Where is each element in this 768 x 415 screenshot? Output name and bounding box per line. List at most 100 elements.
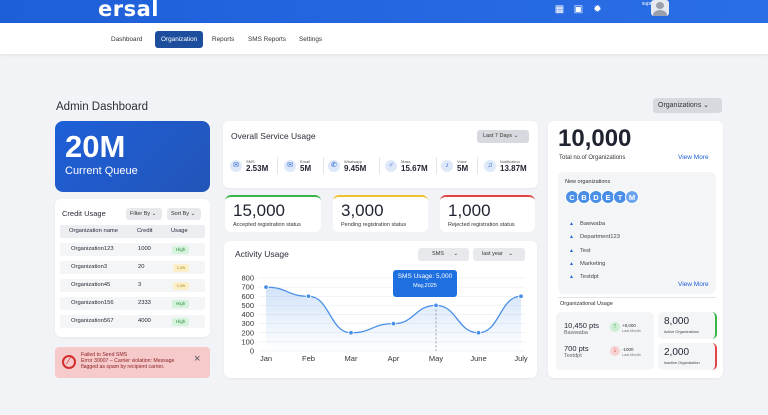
stat-value: 3,000	[341, 201, 384, 220]
divider	[558, 297, 716, 298]
mail-icon: ✉	[284, 159, 296, 172]
col-credit: Credit	[137, 228, 153, 234]
org-icon: ▲	[569, 261, 574, 267]
data-point	[263, 284, 269, 290]
activity-chart[interactable]: 0100200300400500600700800 Jan Feb Mar Apr May…	[228, 266, 533, 374]
y-tick-label: 400	[241, 310, 254, 319]
arrow-up-icon: ↑	[610, 322, 620, 332]
nav-reports[interactable]: Reports	[206, 31, 240, 48]
list-item[interactable]: ▲ Bawwaba	[569, 221, 605, 227]
view-more-link[interactable]: View More	[678, 154, 709, 161]
mic-icon: ♪	[441, 159, 453, 172]
usage-delta-label: Last Month	[622, 329, 641, 333]
list-item[interactable]: ▲ Test	[569, 248, 591, 254]
org-icon: ▲	[569, 248, 574, 254]
avatar[interactable]	[651, 0, 669, 16]
view-more-link[interactable]: View More	[678, 281, 709, 288]
y-tick-label: 200	[241, 328, 254, 337]
top-bar: ersal ▦ ▣ ✹ superadmin Admin	[0, 0, 768, 23]
app-logo[interactable]: ersal	[98, 0, 159, 21]
current-queue-card: 20M Current Queue	[55, 121, 210, 192]
sort-by-dropdown[interactable]: Sort By ⌄	[167, 208, 201, 220]
accepted-stat-card: 15,000 Accepted registration status	[225, 195, 321, 232]
stat-value: 1,000	[448, 201, 491, 220]
error-alert: ⁄ Failed to Send SMS Error 30007 – Carri…	[55, 347, 210, 378]
table-row[interactable]: Organization45 3 Low	[60, 279, 205, 292]
credit-value: 20	[138, 264, 145, 270]
nav-settings[interactable]: Settings	[293, 31, 328, 48]
data-point	[433, 302, 439, 309]
service-name: Voice	[457, 158, 467, 164]
org-icon: ▲	[569, 221, 574, 227]
service-value: 5M	[457, 163, 469, 173]
list-item[interactable]: ▲ Marketing	[569, 261, 605, 267]
page-title: Admin Dashboard	[56, 101, 149, 113]
list-item[interactable]: ▲ Department123	[569, 234, 620, 240]
org-name: Organization567	[71, 318, 114, 324]
bell-icon: ♫	[484, 159, 496, 172]
divider	[323, 157, 324, 174]
stat-label: Accepted registration status	[233, 222, 301, 228]
org-list-name: Marketing	[579, 261, 606, 267]
service-voice: ♪ Voice 5M	[441, 155, 468, 176]
filter-by-dropdown[interactable]: Filter By ⌄	[126, 208, 162, 220]
sms-icon: ✉	[230, 159, 242, 172]
org-name: Organization3	[71, 264, 108, 270]
service-sms: ✉ SMS 2.53M	[230, 155, 268, 176]
usage-badge: Low	[173, 282, 190, 290]
stat-label: Pending registration status	[341, 222, 407, 228]
grid-icon[interactable]: ▦	[554, 4, 565, 15]
date-range-dropdown[interactable]: Last 7 Days ⌄	[477, 130, 529, 143]
date-range-label: Last 7 Days	[483, 133, 513, 139]
org-list-name: Bawwaba	[579, 221, 606, 227]
period-label: last year	[482, 251, 503, 257]
org-list-name: Testdpt	[579, 274, 599, 280]
organizations-dropdown-label: Organizations	[658, 102, 702, 109]
org-avatar[interactable]: M	[625, 190, 639, 204]
data-point	[348, 330, 354, 336]
x-tick-label: July	[514, 354, 528, 363]
x-tick-label: June	[470, 354, 486, 363]
new-organizations-title: New organizations	[565, 179, 611, 185]
service-value: 2.53M	[246, 163, 269, 173]
tooltip-title: SMS Usage: 5,000	[397, 273, 453, 280]
stat-value: 15,000	[233, 201, 285, 220]
x-tick-label: Jan	[260, 354, 272, 363]
stat-label: Rejected registration status	[448, 222, 515, 228]
main-nav: Dashboard Organization Reports SMS Repor…	[0, 23, 768, 54]
list-item[interactable]: ▲ Testdpt	[569, 274, 599, 280]
nav-sms-reports[interactable]: SMS Reports	[242, 31, 292, 48]
y-tick-label: 800	[241, 274, 254, 283]
organizations-dropdown[interactable]: Organizations ⌄	[653, 98, 722, 113]
service-notification: ♫ Notification 13.87M	[484, 155, 527, 176]
usage-badge: High	[172, 246, 190, 254]
chevron-down-icon: ⌄	[453, 251, 459, 257]
pending-stat-card: 3,000 Pending registration status	[333, 195, 428, 232]
nav-organization[interactable]: Organization	[155, 31, 204, 48]
chevron-down-icon: ⌄	[703, 102, 710, 109]
period-dropdown[interactable]: last year ⌄	[473, 248, 525, 261]
divider	[477, 157, 478, 174]
service-usage-title: Overall Service Usage	[231, 131, 316, 141]
channel-dropdown[interactable]: SMS ⌄	[418, 248, 469, 261]
activity-usage-title: Activity Usage	[235, 249, 289, 259]
sun-icon[interactable]: ✹	[592, 4, 603, 15]
org-icon: ▲	[569, 274, 574, 280]
inactive-value: 2,000	[664, 347, 690, 358]
divider	[436, 157, 437, 174]
table-row[interactable]: Organization123 1000 High	[60, 243, 205, 256]
inactive-organizations-card: 2,000 Inactive Organization	[658, 343, 717, 370]
table-row[interactable]: Organization567 4000 High	[60, 315, 205, 328]
image-icon[interactable]: ▣	[573, 4, 584, 15]
sort-by-label: Sort By	[171, 211, 190, 217]
table-row[interactable]: Organization156 2333 High	[60, 297, 205, 310]
close-icon[interactable]: ×	[194, 354, 200, 365]
usage-delta-label: Last Month	[622, 353, 641, 357]
chart-tooltip: SMS Usage: 5,000 May,2025	[393, 270, 457, 297]
y-tick-label: 100	[241, 337, 254, 346]
nav-dashboard[interactable]: Dashboard	[105, 31, 148, 48]
service-value: 13.87M	[500, 163, 527, 173]
divider	[277, 157, 278, 174]
table-row[interactable]: Organization3 20 Low	[60, 261, 205, 274]
organizational-usage-title: Organizational Usage	[560, 301, 613, 307]
